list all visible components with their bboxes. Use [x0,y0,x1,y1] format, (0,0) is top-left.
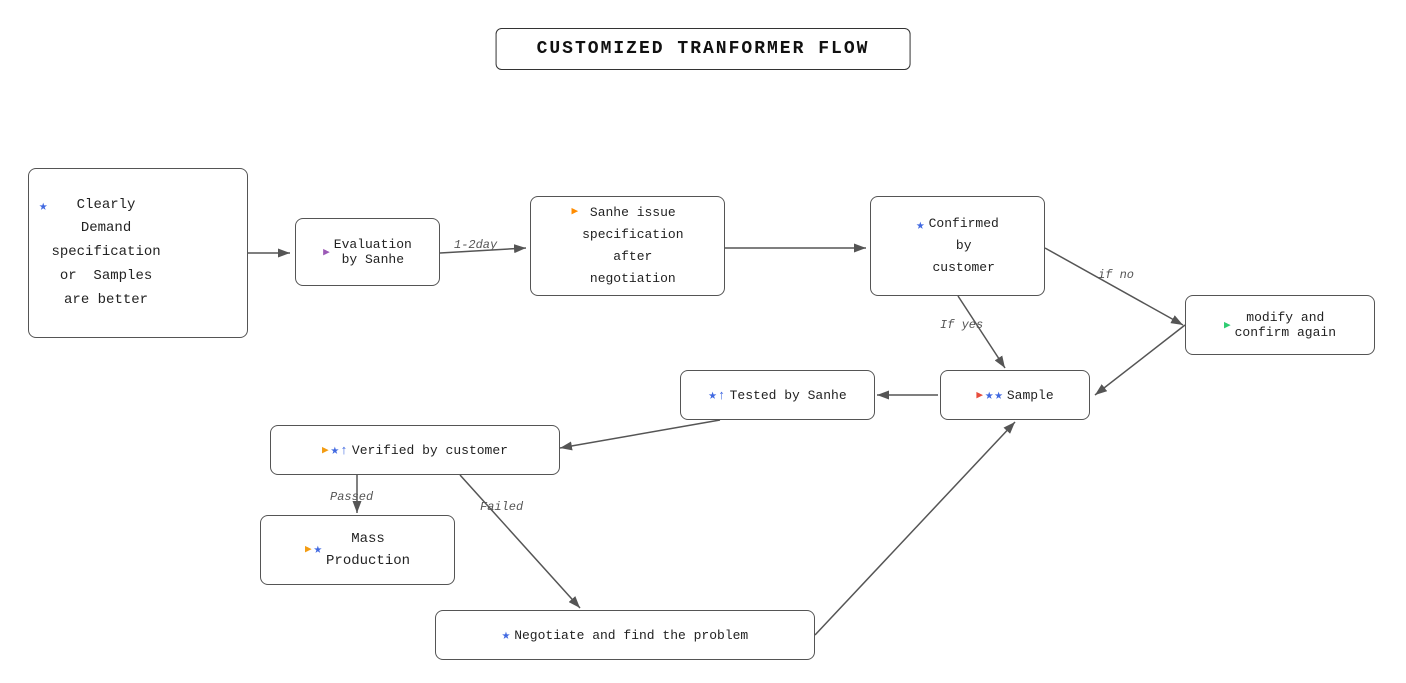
star-icon-mass: ★ [314,540,322,561]
star-icon-clearly: ★ [39,196,47,218]
tri-icon-verified: ▶ [322,443,329,457]
box-sanhe-issue: ▶ Sanhe issuespecificationafternegotiati… [530,196,725,296]
modify-text: modify andconfirm again [1235,310,1336,340]
label-passed: Passed [330,490,373,504]
star-icon-tested1: ★ [708,387,716,404]
star-icon-negotiate: ★ [502,627,510,644]
confirmed-text: Confirmedbycustomer [929,213,999,279]
star-icon-sample1: ★ [985,387,993,404]
box-sample: ▶ ★ ★ Sample [940,370,1090,420]
box-verified: ▶ ★ ↑ Verified by customer [270,425,560,475]
evaluation-text: Evaluationby Sanhe [334,237,412,267]
page-title: CUSTOMIZED TRANFORMER FLOW [496,28,911,70]
star-icon-sample2: ★ [994,387,1002,404]
tri-icon-mass: ▶ [305,542,312,559]
arrow-up-tested: ↑ [718,388,726,403]
negotiate-text: Negotiate and find the problem [514,628,748,643]
star-icon-confirmed: ★ [916,215,924,237]
label-if-no: if no [1098,268,1134,282]
tested-text: Tested by Sanhe [730,388,847,403]
title-text: CUSTOMIZED TRANFORMER FLOW [537,39,870,59]
sanhe-text: Sanhe issuespecificationafternegotiation [582,202,683,290]
box-confirmed: ★ Confirmedbycustomer [870,196,1045,296]
tri-icon-sanhe: ▶ [571,204,578,222]
page-container: CUSTOMIZED TRANFORMER FLOW [0,0,1406,683]
verified-text: Verified by customer [352,443,508,458]
tri-icon-evaluation: ▶ [323,245,330,259]
box-modify: ▶ modify andconfirm again [1185,295,1375,355]
label-if-yes: If yes [940,318,983,332]
tri-icon-sample: ▶ [976,388,983,402]
label-days: 1-2day [454,238,497,252]
box-evaluation: ▶ Evaluationby Sanhe [295,218,440,286]
mass-text: MassProduction [326,528,410,573]
arrow-up-verified: ↑ [340,443,348,458]
box-clearly: ★ ClearlyDemandspecificationor Samplesar… [28,168,248,338]
label-failed: Failed [480,500,523,514]
tri-icon-modify: ▶ [1224,318,1231,332]
box-negotiate: ★ Negotiate and find the problem [435,610,815,660]
star-icon-verified: ★ [331,442,339,459]
sample-text: Sample [1007,388,1054,403]
box-mass: ▶ ★ MassProduction [260,515,455,585]
clearly-text: ClearlyDemandspecificationor Samplesare … [51,194,160,313]
box-tested: ★ ↑ Tested by Sanhe [680,370,875,420]
